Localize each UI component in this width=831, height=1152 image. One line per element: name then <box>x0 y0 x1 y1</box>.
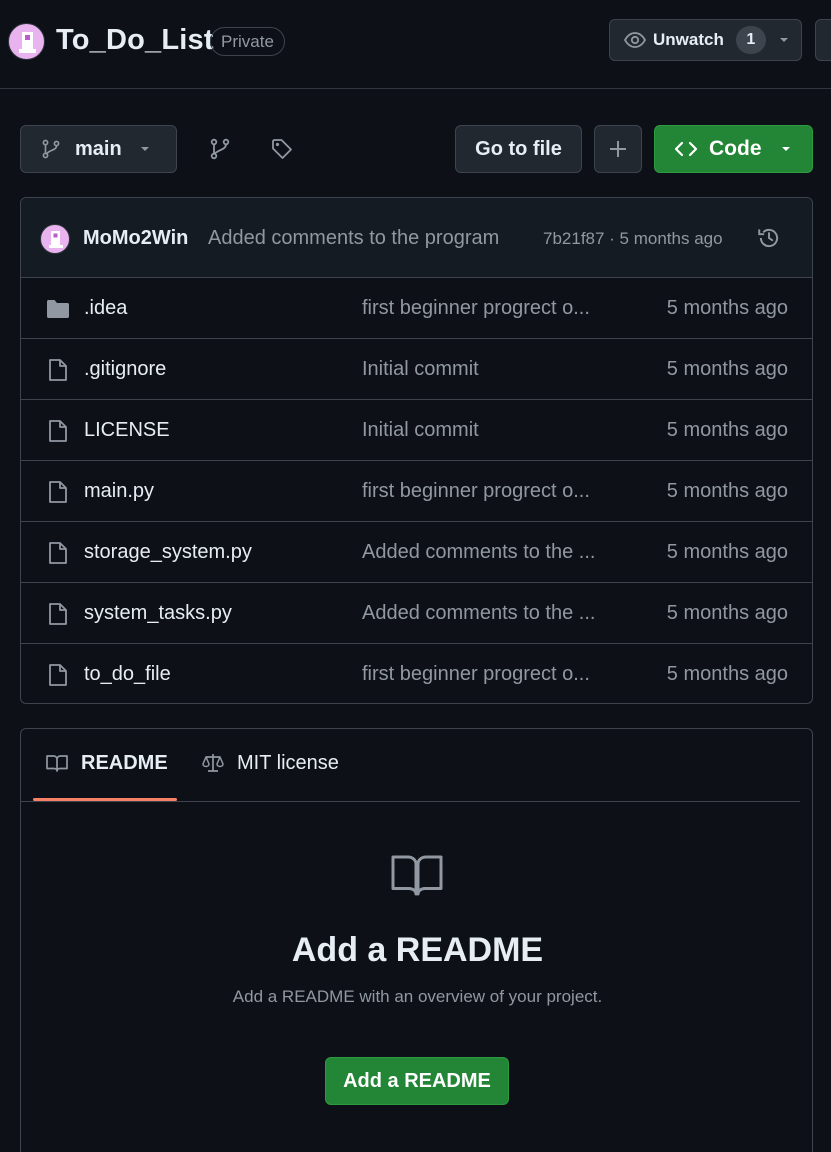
file-browser: MoMo2Win Added comments to the program 7… <box>20 197 813 704</box>
file-name[interactable]: to_do_file <box>84 663 171 686</box>
file-commit-age: 5 months ago <box>666 480 788 502</box>
file-row[interactable]: .gitignore Initial commit 5 months ago <box>21 339 812 400</box>
latest-commit-row: MoMo2Win Added comments to the program 7… <box>21 198 812 278</box>
code-button[interactable]: Code <box>654 125 813 173</box>
commit-message[interactable]: Added comments to the program <box>208 227 499 250</box>
file-commit-age: 5 months ago <box>666 541 788 563</box>
empty-readme-subtitle: Add a README with an overview of your pr… <box>232 987 603 1006</box>
empty-readme-title: Add a README <box>291 931 544 969</box>
tab-readme[interactable]: README <box>45 751 168 775</box>
commit-author-avatar[interactable] <box>40 224 70 254</box>
plus-icon <box>610 141 626 157</box>
add-file-button[interactable] <box>594 125 642 173</box>
file-commit-message[interactable]: first beginner progrect o... <box>362 480 612 503</box>
file-row[interactable]: storage_system.py Added comments to the .… <box>21 522 812 583</box>
readme-tabs: README MIT license <box>21 729 800 802</box>
file-row[interactable]: system_tasks.py Added comments to the ...… <box>21 583 812 644</box>
tab-license[interactable]: MIT license <box>201 751 339 775</box>
file-commit-age: 5 months ago <box>666 419 788 441</box>
file-icon <box>49 481 67 503</box>
chevron-down-icon <box>140 147 149 151</box>
active-tab-indicator <box>33 798 177 801</box>
folder-icon <box>47 300 69 318</box>
file-commit-message[interactable]: first beginner progrect o... <box>362 297 612 320</box>
unwatch-button[interactable]: Unwatch 1 <box>609 19 802 61</box>
file-commit-message[interactable]: Added comments to the ... <box>362 541 612 564</box>
tab-license-label: MIT license <box>237 751 339 774</box>
branch-name: main <box>75 137 122 160</box>
file-icon <box>49 664 67 686</box>
file-icon <box>49 420 67 442</box>
file-name[interactable]: main.py <box>84 480 154 503</box>
file-commit-message[interactable]: Added comments to the ... <box>362 602 612 625</box>
commit-author[interactable]: MoMo2Win <box>83 227 188 250</box>
file-name[interactable]: system_tasks.py <box>84 602 232 625</box>
unwatch-label: Unwatch <box>653 30 724 49</box>
file-commit-message[interactable]: Initial commit <box>362 419 612 442</box>
fork-button[interactable] <box>815 19 831 61</box>
watch-count: 1 <box>735 26 766 54</box>
file-icon <box>49 542 67 564</box>
repo-name[interactable]: To_Do_List <box>56 24 214 57</box>
code-icon <box>674 141 698 157</box>
history-icon[interactable] <box>756 225 782 251</box>
readme-panel: README MIT license Add a README Add a RE… <box>20 728 813 1152</box>
file-commit-age: 5 months ago <box>666 358 788 380</box>
go-to-file-button[interactable]: Go to file <box>455 125 582 173</box>
git-branch-icon <box>42 139 60 159</box>
file-commit-age: 5 months ago <box>666 602 788 624</box>
commit-hash-and-time[interactable]: 7b21f87 · 5 months ago <box>543 229 723 249</box>
file-row[interactable]: to_do_file first beginner progrect o... 5 … <box>21 644 812 703</box>
eye-icon <box>623 32 647 48</box>
law-icon <box>202 754 224 772</box>
book-icon <box>46 755 68 772</box>
file-name[interactable]: LICENSE <box>84 419 170 442</box>
tab-readme-label: README <box>81 751 168 774</box>
file-row[interactable]: main.py first beginner progrect o... 5 mon… <box>21 461 812 522</box>
repo-header: To_Do_List Private Unwatch 1 <box>0 0 831 89</box>
file-row[interactable]: .idea first beginner progrect o... 5 month… <box>21 278 812 339</box>
branch-selector[interactable]: main <box>20 125 177 173</box>
file-commit-message[interactable]: Initial commit <box>362 358 612 381</box>
book-icon <box>391 855 443 896</box>
file-row[interactable]: LICENSE Initial commit 5 months ago <box>21 400 812 461</box>
visibility-badge: Private <box>210 27 285 56</box>
file-name[interactable]: storage_system.py <box>84 541 252 564</box>
file-name[interactable]: .gitignore <box>84 358 166 381</box>
file-commit-age: 5 months ago <box>666 663 788 685</box>
owner-avatar[interactable] <box>8 23 45 60</box>
file-commit-age: 5 months ago <box>666 297 788 319</box>
file-icon <box>49 359 67 381</box>
file-commit-message[interactable]: first beginner progrect o... <box>362 663 612 686</box>
branches-icon[interactable] <box>208 137 232 161</box>
chevron-down-icon <box>781 147 790 151</box>
tag-icon[interactable] <box>270 137 294 161</box>
file-name[interactable]: .idea <box>84 297 127 320</box>
chevron-down-icon <box>779 38 788 42</box>
code-label: Code <box>709 137 762 160</box>
file-icon <box>49 603 67 625</box>
add-readme-button[interactable]: Add a README <box>325 1057 509 1105</box>
